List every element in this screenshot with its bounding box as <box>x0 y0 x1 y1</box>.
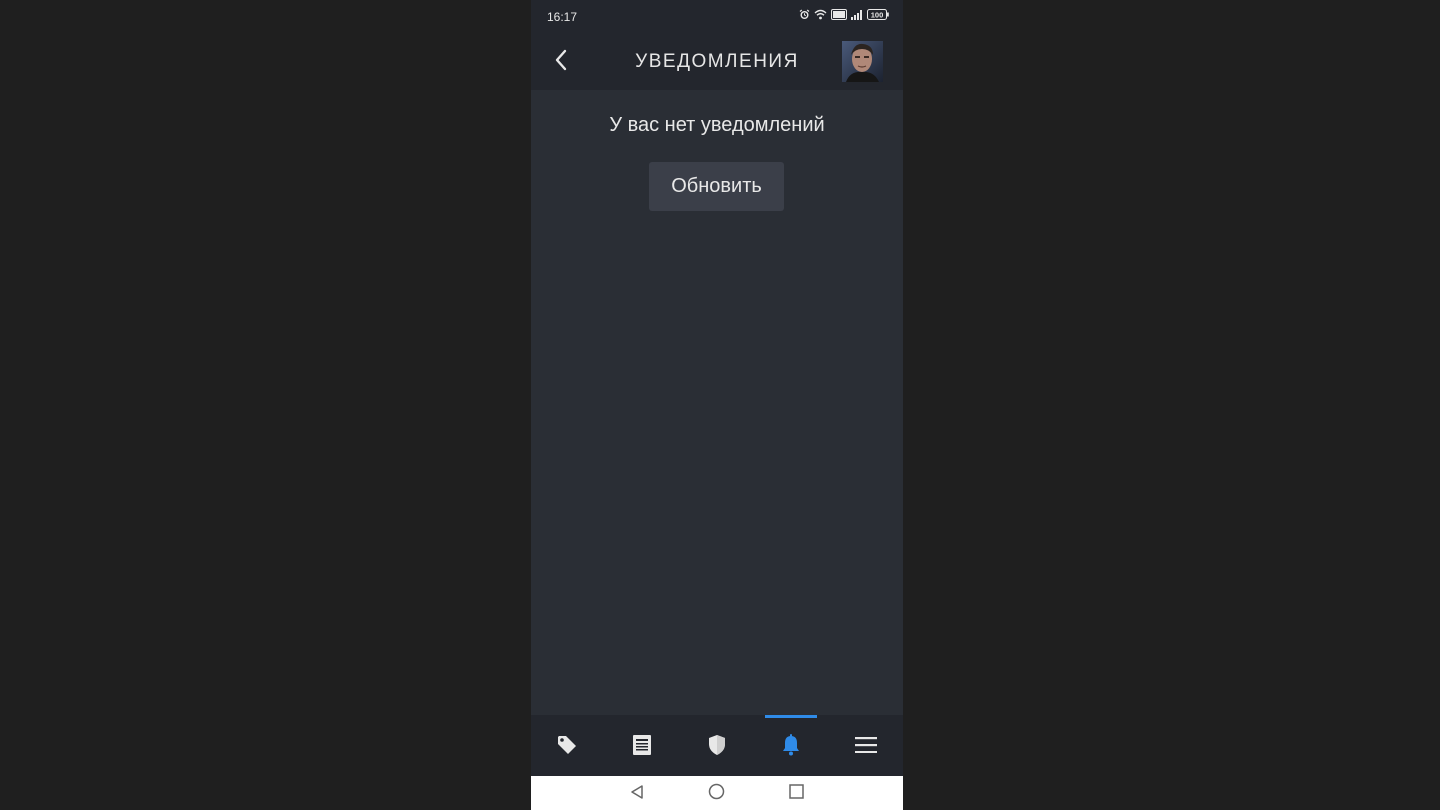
status-icons: 100 <box>799 9 889 20</box>
notifications-content: У вас нет уведомлений Обновить <box>531 90 903 715</box>
recents-square-icon <box>788 784 804 804</box>
bottom-nav <box>531 715 903 776</box>
nav-item-news[interactable] <box>626 731 658 763</box>
nav-item-notifications[interactable] <box>775 731 807 763</box>
empty-state-message: У вас нет уведомлений <box>609 114 825 136</box>
home-circle-icon <box>708 783 725 805</box>
battery-icon: 100 <box>867 9 889 20</box>
nav-item-store[interactable] <box>551 731 583 763</box>
system-nav-bar <box>531 776 903 810</box>
volte-icon <box>831 9 847 20</box>
app-header: УВЕДОМЛЕНИЯ <box>531 32 903 90</box>
refresh-button[interactable]: Обновить <box>649 162 784 211</box>
alarm-icon <box>799 9 810 20</box>
status-bar: 16:17 100 <box>531 0 903 32</box>
shield-icon <box>707 734 727 761</box>
active-tab-indicator <box>765 715 817 718</box>
avatar[interactable] <box>842 41 883 82</box>
system-home-button[interactable] <box>707 783 725 805</box>
bell-icon <box>781 733 801 761</box>
signal-icon <box>851 9 863 20</box>
system-recents-button[interactable] <box>787 784 805 804</box>
wifi-icon <box>814 9 827 20</box>
nav-item-menu[interactable] <box>850 731 882 763</box>
system-back-button[interactable] <box>628 784 646 805</box>
battery-text: 100 <box>871 10 884 19</box>
status-time: 16:17 <box>547 10 578 24</box>
tag-icon <box>556 734 578 761</box>
menu-icon <box>855 736 877 758</box>
phone-screen: 16:17 100 УВЕДОМЛЕНИЯ У вас нет уведомле… <box>531 0 903 810</box>
back-triangle-icon <box>629 784 645 805</box>
nav-item-guard[interactable] <box>701 731 733 763</box>
news-icon <box>633 734 651 760</box>
